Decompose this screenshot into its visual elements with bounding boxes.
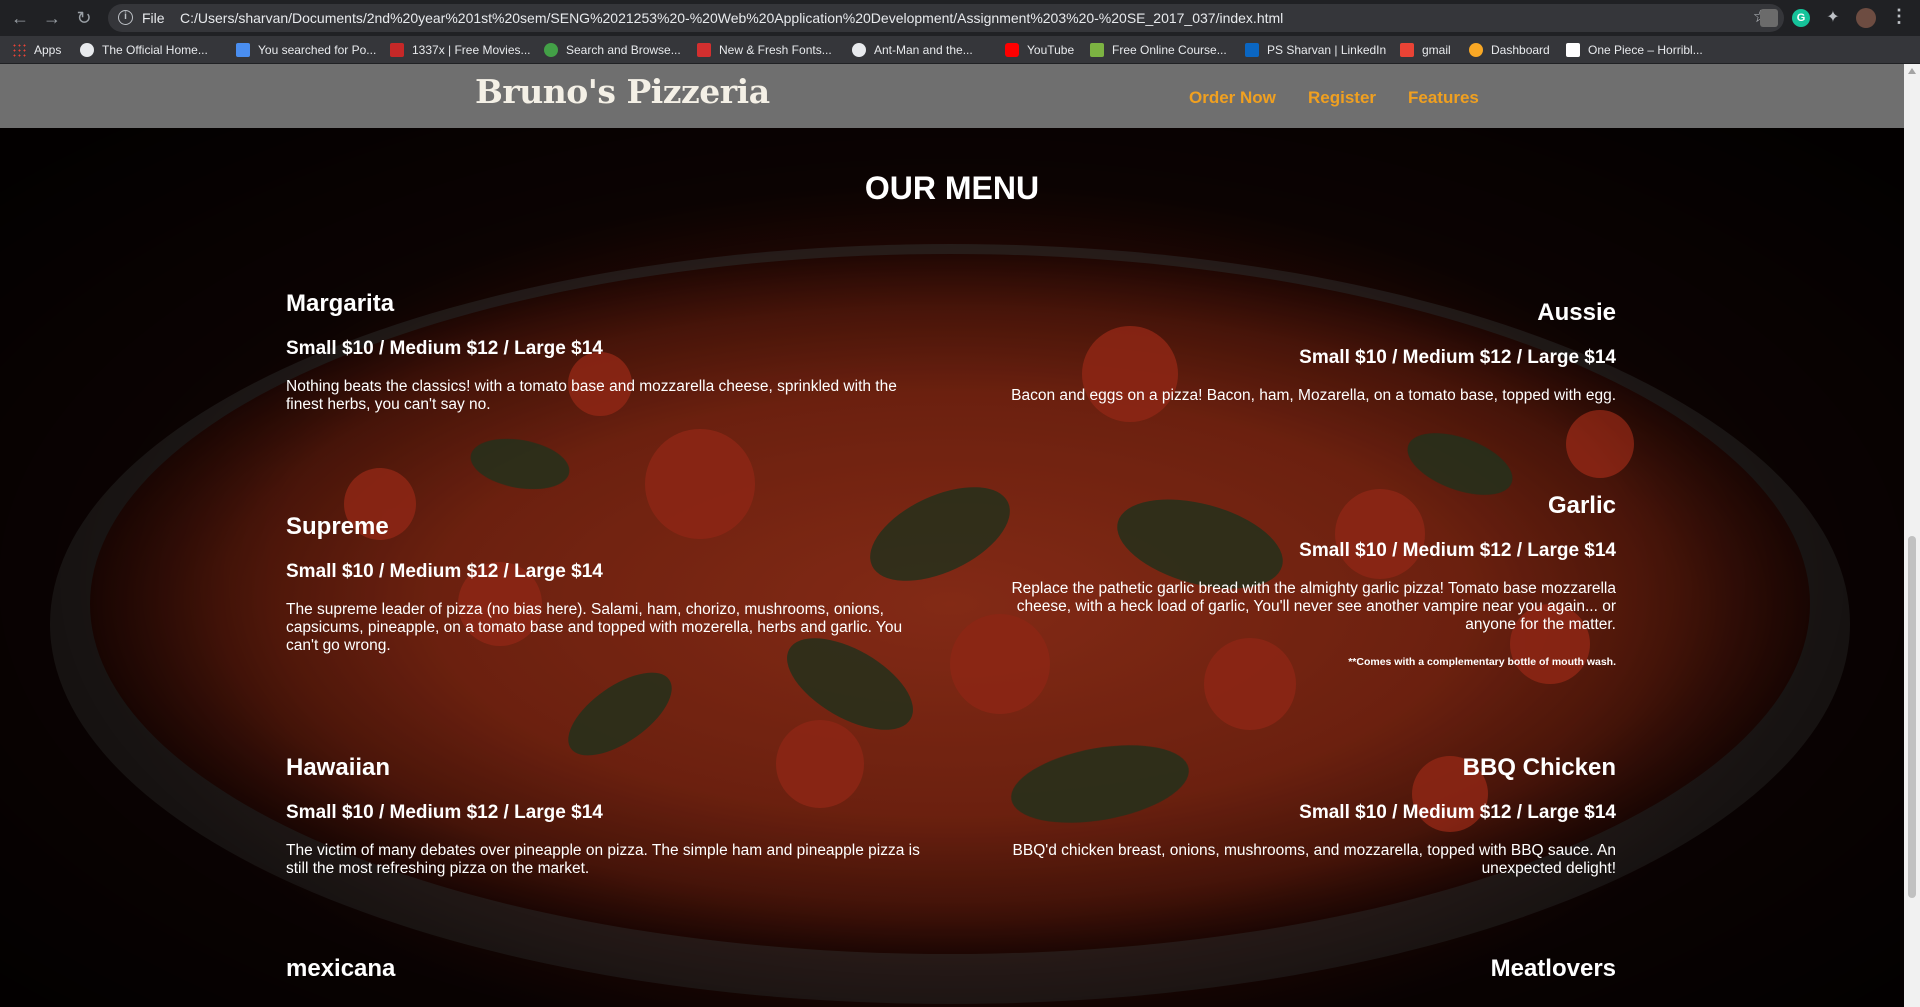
menu-item-supreme: Supreme Small $10 / Medium $12 / Large $… (286, 513, 936, 655)
course-icon (1090, 43, 1104, 57)
bookmark-label: Free Online Course... (1112, 43, 1227, 57)
site-logo[interactable]: Bruno's Pizzeria (475, 72, 770, 111)
menu-item-bbq-chicken: BBQ Chicken Small $10 / Medium $12 / Lar… (966, 754, 1616, 878)
bookmark-label: Search and Browse... (566, 43, 681, 57)
menu-item-name: Hawaiian (286, 754, 391, 781)
browser-toolbar: ← → ↻ i File C:/Users/sharvan/Documents/… (0, 0, 1920, 36)
wave-icon (236, 43, 250, 57)
nav-register[interactable]: Register (1308, 88, 1376, 108)
browser-menu-icon[interactable]: ⋮ (1890, 6, 1908, 27)
bookmark-label: Ant-Man and the... (874, 43, 973, 57)
bookmark-label: 1337x | Free Movies... (412, 43, 531, 57)
menu-item-price: Small $10 / Medium $12 / Large $14 (1299, 347, 1616, 368)
bookmark-item[interactable]: PS Sharvan | LinkedIn (1245, 42, 1386, 58)
scrollbar-thumb[interactable] (1908, 536, 1916, 898)
bookmark-label: One Piece – Horribl... (1588, 43, 1703, 57)
extensions-puzzle-icon[interactable]: ✦ (1824, 9, 1842, 27)
menu-item-aussie: Aussie Small $10 / Medium $12 / Large $1… (966, 299, 1616, 405)
menu-title: OUR MENU (864, 170, 1040, 206)
menu-item-name: Meatlovers (1490, 955, 1616, 982)
font-icon (697, 43, 711, 57)
menu-item-description: Replace the pathetic garlic bread with t… (1011, 580, 1616, 633)
menu-item-margarita: Margarita Small $10 / Medium $12 / Large… (286, 290, 926, 414)
x-icon (390, 43, 404, 57)
bookmark-label: Apps (34, 43, 62, 57)
menu-item-description: The victim of many debates over pineappl… (286, 842, 920, 877)
menu-item-name: Aussie (1537, 299, 1616, 326)
nav-features[interactable]: Features (1408, 88, 1479, 108)
dashboard-icon (1469, 43, 1483, 57)
linkedin-icon (1245, 43, 1259, 57)
bookmarks-bar: Apps The Official Home... You searched f… (0, 36, 1920, 64)
bookmark-item[interactable]: One Piece – Horribl... (1566, 42, 1703, 58)
page-icon (1566, 43, 1580, 57)
url-text[interactable]: C:/Users/sharvan/Documents/2nd%20year%20… (180, 10, 1283, 26)
menu-item-name: Supreme (286, 513, 389, 540)
bookmark-item[interactable]: The Official Home... (80, 42, 208, 58)
menu-item-price: Small $10 / Medium $12 / Large $14 (286, 338, 603, 359)
file-scheme-label: File (142, 10, 165, 26)
bookmark-item[interactable]: gmail (1400, 42, 1451, 58)
menu-item-price: Small $10 / Medium $12 / Large $14 (286, 802, 603, 823)
nav-order-now[interactable]: Order Now (1189, 88, 1276, 108)
bookmark-label: New & Fresh Fonts... (719, 43, 832, 57)
address-bar[interactable]: i File C:/Users/sharvan/Documents/2nd%20… (108, 4, 1784, 32)
bookmark-label: YouTube (1027, 43, 1075, 57)
menu-item-hawaiian: Hawaiian Small $10 / Medium $12 / Large … (286, 754, 946, 878)
menu-item-name: Garlic (1547, 492, 1616, 519)
bookmark-label: PS Sharvan | LinkedIn (1267, 43, 1387, 57)
scroll-up-arrow-icon[interactable] (1908, 68, 1916, 74)
menu-item-name: mexicana (286, 955, 396, 982)
bookmark-item[interactable]: YouTube (1005, 42, 1074, 58)
menu-item-mexicana: mexicana (286, 955, 926, 983)
globe-icon (852, 43, 866, 57)
bookmark-label: gmail (1422, 43, 1451, 57)
menu-item-description: The supreme leader of pizza (no bias her… (286, 601, 903, 654)
page-scrollbar[interactable] (1904, 64, 1920, 1007)
menu-item-name: Margarita (286, 290, 395, 317)
menu-item-price: Small $10 / Medium $12 / Large $14 (1299, 540, 1616, 561)
youtube-icon (1005, 43, 1019, 57)
menu-item-price: Small $10 / Medium $12 / Large $14 (1299, 802, 1616, 823)
menu-item-description: BBQ'd chicken breast, onions, mushrooms,… (1012, 842, 1616, 877)
back-arrow-icon[interactable]: ← (8, 6, 32, 30)
bookmark-item[interactable]: New & Fresh Fonts... (697, 42, 832, 58)
apps-grid-icon (12, 43, 26, 57)
menu-item-footnote: **Comes with a complementary bottle of m… (1348, 656, 1616, 668)
leaf-icon (544, 43, 558, 57)
reload-icon[interactable]: ↻ (72, 6, 96, 30)
menu-item-price: Small $10 / Medium $12 / Large $14 (286, 561, 603, 582)
bookmark-item[interactable]: Dashboard (1469, 42, 1550, 58)
grammarly-icon[interactable]: G (1792, 9, 1810, 27)
bookmark-label: The Official Home... (102, 43, 208, 57)
forward-arrow-icon[interactable]: → (40, 6, 64, 30)
bookmark-apps[interactable]: Apps (12, 42, 61, 58)
page-viewport: Bruno's Pizzeria Order Now Register Feat… (0, 64, 1904, 1007)
info-icon[interactable]: i (118, 10, 133, 25)
profile-avatar[interactable] (1856, 8, 1876, 28)
bookmark-item[interactable]: Free Online Course... (1090, 42, 1227, 58)
bookmark-item[interactable]: 1337x | Free Movies... (390, 42, 531, 58)
extension-icon[interactable] (1760, 9, 1778, 27)
bookmark-label: You searched for Po... (258, 43, 377, 57)
gmail-icon (1400, 43, 1414, 57)
menu-item-meatlovers: Meatlovers (966, 955, 1616, 983)
bookmark-item[interactable]: You searched for Po... (236, 42, 376, 58)
menu-item-description: Bacon and eggs on a pizza! Bacon, ham, M… (1011, 387, 1616, 404)
site-header: Bruno's Pizzeria Order Now Register Feat… (0, 64, 1904, 128)
menu-item-description: Nothing beats the classics! with a tomat… (286, 378, 897, 413)
menu-item-garlic: Garlic Small $10 / Medium $12 / Large $1… (986, 492, 1616, 668)
bookmark-item[interactable]: Ant-Man and the... (852, 42, 973, 58)
bookmark-item[interactable]: Search and Browse... (544, 42, 681, 58)
menu-item-name: BBQ Chicken (1462, 754, 1616, 781)
globe-icon (80, 43, 94, 57)
bookmark-label: Dashboard (1491, 43, 1550, 57)
